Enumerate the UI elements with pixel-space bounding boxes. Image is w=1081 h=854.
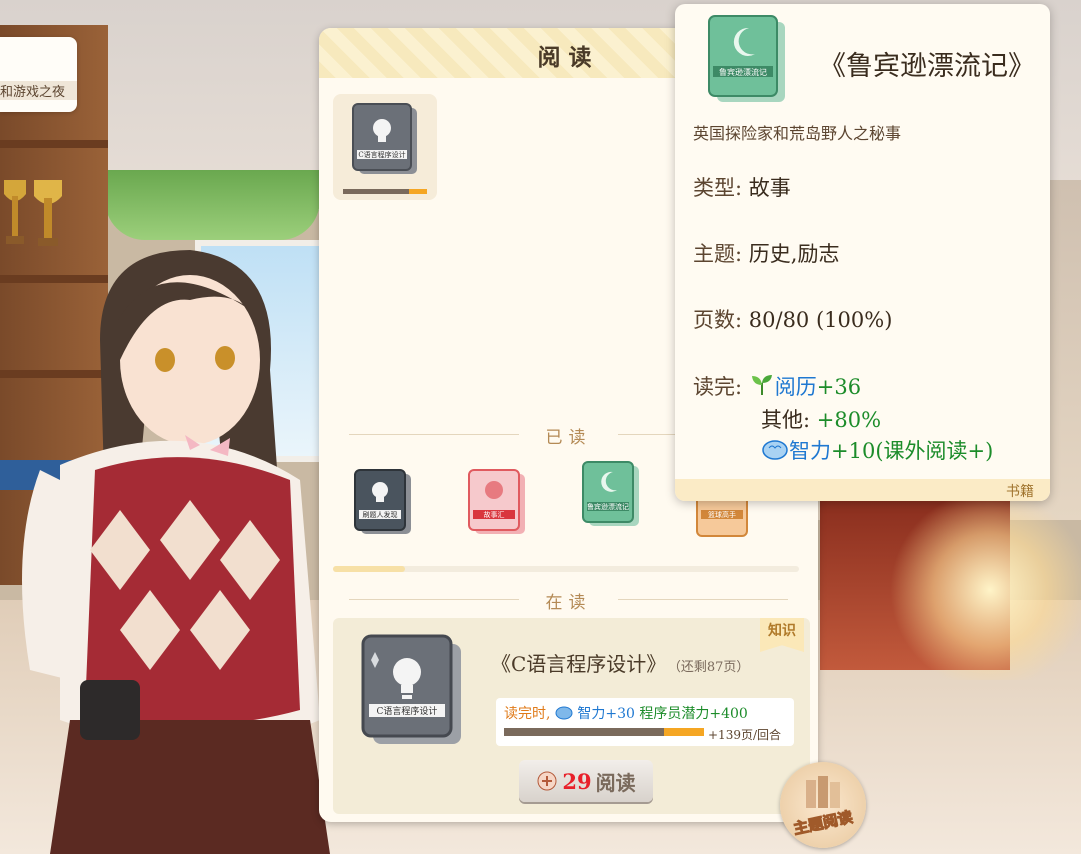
slot-progress-bar xyxy=(343,189,427,194)
tooltip-footer: 书籍 xyxy=(675,479,1050,501)
reward-other-value: +80% xyxy=(816,408,882,432)
read-book-3-title: 鲁宾逊漂流记 xyxy=(587,502,629,511)
book-slot[interactable]: C语言程序设计 xyxy=(333,94,437,200)
theme-value: 历史,励志 xyxy=(748,242,840,266)
reading-rate: +139页/回合 xyxy=(708,728,782,742)
current-book-cover[interactable]: C语言程序设计 xyxy=(353,632,473,750)
trophies xyxy=(4,180,62,246)
curtain xyxy=(105,170,320,240)
read-button-label: 阅读 xyxy=(595,770,636,795)
reward-stat: 智力+30 xyxy=(577,706,635,722)
read-book-2-title: 故事汇 xyxy=(484,510,505,519)
finish-label: 读完: xyxy=(693,375,743,399)
tooltip-book-cover: 鲁宾逊漂流记 xyxy=(708,15,785,102)
brain-icon xyxy=(555,706,573,720)
current-book-cover-title: C语言程序设计 xyxy=(377,705,438,717)
read-book-1[interactable]: 刷题人发现 xyxy=(349,468,421,540)
theme-reading-button[interactable]: 主题阅读 xyxy=(780,762,866,848)
event-card-label: 和游戏之夜 xyxy=(0,81,77,100)
stamina-icon xyxy=(537,771,557,791)
reward-exp-name: 阅历 xyxy=(774,375,817,399)
read-book-1-title: 刷题人发现 xyxy=(363,510,398,519)
book-cover-c-language: C语言程序设计 xyxy=(352,103,417,174)
read-books-scrollbar[interactable] xyxy=(333,566,799,572)
pages-value: 80/80 (100%) xyxy=(748,308,893,332)
reward-prefix: 读完时, xyxy=(504,706,551,722)
scrollbar-thumb[interactable] xyxy=(333,566,405,572)
reading-progress-fill xyxy=(664,728,704,736)
sprout-icon xyxy=(751,375,772,395)
reward-other-label: 其他: xyxy=(761,408,811,432)
tooltip-cover-title: 鲁宾逊漂流记 xyxy=(719,67,767,77)
read-book-3[interactable]: 鲁宾逊漂流记 xyxy=(577,460,649,532)
type-label: 类型: xyxy=(693,176,743,200)
reward-exp: +36 xyxy=(816,375,862,399)
books-icon xyxy=(806,776,840,808)
tooltip-category: 书籍 xyxy=(1006,484,1034,500)
theme-label: 主题: xyxy=(693,242,743,266)
read-book-2[interactable]: 故事汇 xyxy=(463,468,535,540)
book-tooltip: 鲁宾逊漂流记 《鲁宾逊漂流记》 英国探险家和荒岛野人之秘事 类型: 故事 主题:… xyxy=(675,4,1050,501)
reward-extra: 程序员潜力+400 xyxy=(639,706,748,722)
pages-remaining: （还剩87页） xyxy=(674,660,750,675)
type-value: 故事 xyxy=(748,176,791,200)
reward-int: +10(课外阅读+) xyxy=(831,439,994,463)
current-book-card: 知识 C语言程序设计 《C语言程序设计》 （还剩87页） 读完时, 智力+30 程… xyxy=(333,618,810,814)
reading-progress-bar xyxy=(504,728,704,736)
tooltip-description: 英国探险家和荒岛野人之秘事 xyxy=(693,124,902,143)
pages-label: 页数: xyxy=(693,308,743,332)
category-tag: 知识 xyxy=(760,618,804,652)
read-book-4-title: 篮球高手 xyxy=(708,510,736,519)
character-portrait xyxy=(22,250,330,854)
read-button[interactable]: 29 阅读 xyxy=(519,760,653,802)
current-book-title: 《C语言程序设计》 xyxy=(491,652,667,676)
read-cost: 29 xyxy=(562,768,592,794)
sunlight xyxy=(880,500,1081,680)
brain-icon xyxy=(762,440,788,460)
section-reading-label: 在读 xyxy=(319,588,818,613)
reward-box: 读完时, 智力+30 程序员潜力+400 +139页/回合 xyxy=(496,698,794,746)
tooltip-title: 《鲁宾逊漂流记》 xyxy=(819,51,1035,82)
event-card[interactable]: 和游戏之夜 xyxy=(0,37,77,112)
slot-book-title: C语言程序设计 xyxy=(358,150,405,159)
